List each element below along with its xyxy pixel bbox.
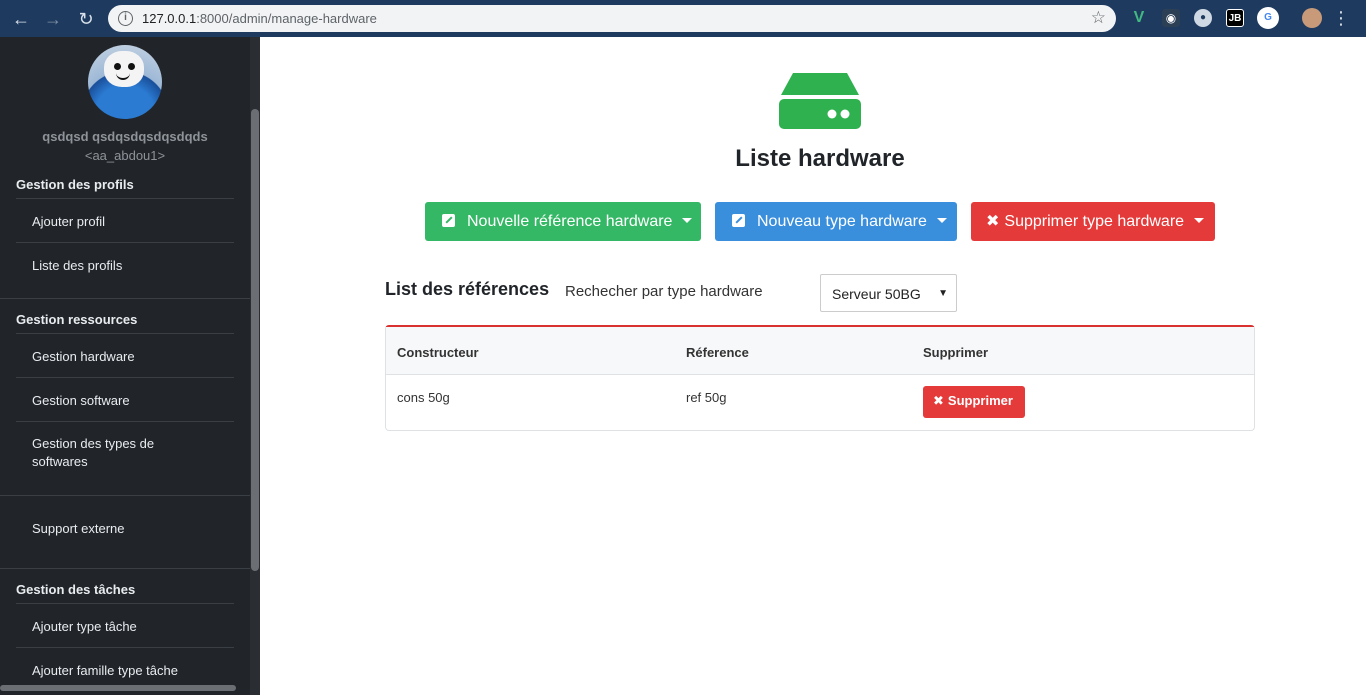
- jb-icon[interactable]: JB: [1226, 9, 1244, 27]
- profile-icon[interactable]: [1302, 8, 1322, 28]
- edit-icon: [442, 214, 455, 227]
- column-header-constructeur: Constructeur: [397, 345, 479, 360]
- avatar-eye-left: [114, 63, 121, 70]
- column-header-supprimer: Supprimer: [923, 345, 989, 360]
- table-header: [386, 327, 1254, 375]
- sidebar-item-types-softwares[interactable]: Gestion des types de softwares: [16, 421, 234, 481]
- sidebar-item-liste-profils[interactable]: Liste des profils: [16, 242, 234, 287]
- references-table: Constructeur Réference Supprimer cons 50…: [385, 325, 1255, 431]
- sidebar-horizontal-scrollbar[interactable]: [0, 685, 236, 691]
- delete-type-label: Supprimer type hardware: [1004, 213, 1185, 230]
- sidebar-item-ajouter-type-tache[interactable]: Ajouter type tâche: [16, 603, 234, 648]
- address-bar[interactable]: i 127.0.0.1:8000/admin/manage-hardware ☆: [108, 5, 1116, 32]
- sidebar-divider: [0, 495, 250, 496]
- close-icon: ✖: [933, 393, 944, 408]
- url-text[interactable]: 127.0.0.1:8000/admin/manage-hardware: [142, 11, 377, 26]
- delete-row-button[interactable]: ✖ Supprimer: [923, 386, 1025, 418]
- vue-icon[interactable]: V: [1130, 9, 1148, 27]
- caret-down-icon: [682, 218, 693, 224]
- dropdown-arrow-icon: ▼: [938, 288, 948, 299]
- caret-down-icon: [1194, 218, 1205, 224]
- cell-constructeur: cons 50g: [397, 390, 450, 405]
- avatar-helmet: [104, 51, 144, 87]
- forward-arrow-icon[interactable]: →: [42, 8, 64, 30]
- hard-drive-icon: [779, 73, 861, 129]
- cell-reference: ref 50g: [686, 390, 727, 405]
- caret-down-icon: [936, 218, 947, 224]
- sidebar-divider: [0, 568, 250, 569]
- circle-icon[interactable]: ●: [1194, 9, 1212, 27]
- select-value: Serveur 50BG: [832, 286, 921, 302]
- browser-menu-icon[interactable]: ⋮: [1332, 7, 1350, 29]
- section-ressources-title: Gestion ressources: [16, 312, 138, 327]
- delete-type-button[interactable]: ✖ Supprimer type hardware: [971, 202, 1215, 241]
- close-icon: ✖: [986, 213, 1000, 230]
- sidebar-scrollbar-thumb[interactable]: [251, 109, 259, 571]
- back-arrow-icon[interactable]: ←: [10, 8, 32, 30]
- edit-icon: [732, 214, 745, 227]
- bookmark-star-icon[interactable]: ☆: [1091, 8, 1106, 28]
- sidebar-item-ajouter-profil[interactable]: Ajouter profil: [16, 198, 234, 243]
- new-reference-button[interactable]: Nouvelle référence hardware: [425, 202, 701, 241]
- search-label: Rechecher par type hardware: [565, 283, 763, 300]
- new-reference-label: Nouvelle référence hardware: [467, 213, 673, 230]
- list-title: List des références: [385, 279, 550, 299]
- delete-row-label: Supprimer: [947, 393, 1013, 408]
- translate-icon[interactable]: G: [1257, 7, 1279, 29]
- new-type-button[interactable]: Nouveau type hardware: [715, 202, 957, 241]
- avatar-eye-right: [128, 63, 135, 70]
- spy-icon[interactable]: ◉: [1162, 9, 1180, 27]
- info-icon[interactable]: i: [118, 11, 133, 26]
- page-title: Liste hardware: [735, 145, 905, 172]
- hardware-type-select[interactable]: Serveur 50BG ▼: [820, 274, 957, 312]
- sidebar-item-gestion-hardware[interactable]: Gestion hardware: [16, 333, 234, 378]
- user-name: qsdqsd qsdqsdqsdqsdqds: [42, 129, 208, 144]
- section-taches-title: Gestion des tâches: [16, 582, 136, 597]
- browser-toolbar: ← → ↻ i 127.0.0.1:8000/admin/manage-hard…: [0, 0, 1366, 37]
- sidebar-divider: [0, 298, 250, 299]
- main-content: Liste hardware Nouvelle référence hardwa…: [260, 37, 1366, 695]
- column-header-reference: Réference: [686, 345, 749, 360]
- avatar[interactable]: [88, 45, 162, 119]
- sidebar: qsdqsd qsdqsdqsdqsdqds <aa_abdou1> Gesti…: [0, 37, 260, 695]
- section-profils-title: Gestion des profils: [16, 177, 134, 192]
- user-handle: <aa_abdou1>: [84, 148, 166, 163]
- sidebar-item-gestion-software[interactable]: Gestion software: [16, 377, 234, 422]
- sidebar-item-support-externe[interactable]: Support externe: [16, 520, 234, 540]
- reload-icon[interactable]: ↻: [75, 8, 97, 30]
- new-type-label: Nouveau type hardware: [757, 213, 927, 230]
